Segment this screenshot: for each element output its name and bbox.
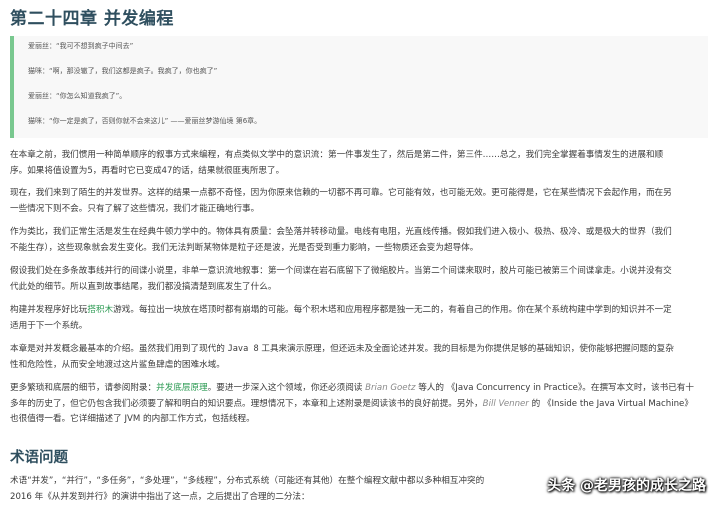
paragraph-physics-analogy: 作为类比，我们正常生活是发生在经典牛顿力学中的。物体具有质量：会坠落并转移动量。… <box>10 225 710 256</box>
text-segment: 工具来演示原理，但还远未及全面论述并发。我的目标是为你提供足够的基础知识，使你能… <box>258 344 674 354</box>
chapter-title: 第二十四章 并发编程 <box>10 9 174 29</box>
appendix-link[interactable]: 并发底层原理 <box>156 383 208 393</box>
quote-line: 爱丽丝：“我可不想到疯子中间去” <box>28 42 134 50</box>
jenga-link[interactable]: 搭积木 <box>87 305 113 315</box>
paragraph-intro: 在本章之前，我们惯用一种简单顺序的叙事方式来编程，有点类似文学中的意识流：第一件… <box>10 148 710 179</box>
paragraph-spy-novel: 假设我们处在多条故事线并行的间谍小说里，非单一意识流地叙事：第一个间谍在岩石底留… <box>10 264 710 295</box>
section-title: 术语问题 <box>10 450 68 466</box>
text-line: 多年的历史了，但它仍包含我们必须要了解和明白的知识要点。理想情况下，本章和上述附… <box>10 397 710 413</box>
text-line: 也很值得一看。它详细描述了 JVM 的内部工作方式，包括线程。 <box>10 414 255 424</box>
watermark: 头条 @老男孩的成长之路 <box>547 478 706 494</box>
paragraph-chapter-scope: 本章是对并发概念最基本的介绍。虽然我们用到了现代的 Java 8 工具来演示原理… <box>10 342 710 373</box>
text-segment: 更多繁琐和底层的细节，请参阅附录： <box>10 383 157 393</box>
epigraph-quote: 爱丽丝：“我可不想到疯子中间去” 猫咪：“啊，那没辙了，我们这都是疯子。我疯了，… <box>10 36 708 138</box>
text-segment: 的 《Inside the Java Virtual Machine》 <box>528 398 693 409</box>
quote-line: 猫咪：“你一定是疯了，否则你就不会来这儿” ——爱丽丝梦游仙境 第6章。 <box>28 117 262 125</box>
paragraph-building-blocks: 构建并发程序好比玩搭积木游戏。每拉出一块放在塔顶时都有崩塌的可能。每个积木塔和应… <box>10 303 710 334</box>
text-line: 构建并发程序好比玩搭积木游戏。每拉出一块放在塔顶时都有崩塌的可能。每个积木塔和应… <box>10 303 710 319</box>
text-line: 作为类比，我们正常生活是发生在经典牛顿力学中的。物体具有质量：会坠落并转移动量。… <box>10 227 672 237</box>
text-line: 现在，我们来到了陌生的并发世界。这样的结果一点都不奇怪，因为你原来信赖的一切都不… <box>10 188 672 198</box>
text-line: 在本章之前，我们惯用一种简单顺序的叙事方式来编程，有点类似文学中的意识流：第一件… <box>10 150 664 160</box>
quote-line: 爱丽丝：“你怎么知道我疯了”。 <box>28 92 127 100</box>
text-line: 性和危险性，从而安全地渡过这片鲨鱼肆虐的困难水域。 <box>10 359 225 370</box>
paragraph-concurrency-world: 现在，我们来到了陌生的并发世界。这样的结果一点都不奇怪，因为你原来信赖的一切都不… <box>10 186 710 217</box>
text-segment: 构建并发程序好比玩 <box>10 305 88 315</box>
quote-line: 猫咪：“啊，那没辙了，我们这都是疯子。我疯了，你也疯了” <box>28 67 218 75</box>
author-name: Brian Goetz <box>365 383 416 393</box>
text-line: 代此处的细节。所以直到故事结尾，我们都没搞清楚到底发生了什么。 <box>10 281 277 292</box>
java-version-code: Java 8 <box>227 344 259 354</box>
paragraph-further-reading: 更多繁琐和底层的细节，请参阅附录：并发底层原理。要进一步深入这个领域，你还必须阅… <box>10 381 710 428</box>
document-page: 第二十四章 并发编程 爱丽丝：“我可不想到疯子中间去” 猫咪：“啊，那没辙了，我… <box>0 0 720 510</box>
text-line: 更多繁琐和底层的细节，请参阅附录：并发底层原理。要进一步深入这个领域，你还必须阅… <box>10 381 710 397</box>
text-segment: 。要进一步深入这个领域，你还必须阅读 <box>207 383 366 393</box>
text-line: 适用于下一个系统。 <box>10 320 88 331</box>
text-line: 假设我们处在多条故事线并行的间谍小说里，非单一意识流地叙事：第一个间谍在岩石底留… <box>10 266 672 276</box>
text-line: 一些情况下则不会。只有了解了这些情况，我们才能正确地行事。 <box>10 203 260 214</box>
text-segment: 游戏。每拉出一块放在塔顶时都有崩塌的可能。每个积木塔和应用程序都是独一无二的，有… <box>113 305 672 315</box>
text-line: 不能生存），这些现象就会发生变化。我们无法判断某物体是粒子还是波，光是否受到重力… <box>10 242 479 253</box>
text-segment: 等人的 《Java Concurrency in Practice》。在撰写本文… <box>415 383 694 393</box>
text-line: 本章是对并发概念最基本的介绍。虽然我们用到了现代的 Java 8 工具来演示原理… <box>10 342 710 358</box>
text-line: 序。如果将值设置为5，再看时它已变成47的话，结果就很匪夷所思了。 <box>10 165 285 176</box>
text-segment: 本章是对并发概念最基本的介绍。虽然我们用到了现代的 <box>10 344 228 354</box>
author-name: Bill Venner <box>482 398 529 409</box>
text-segment: 多年的历史了，但它仍包含我们必须要了解和明白的知识要点。理想情况下，本章和上述附… <box>10 398 483 409</box>
